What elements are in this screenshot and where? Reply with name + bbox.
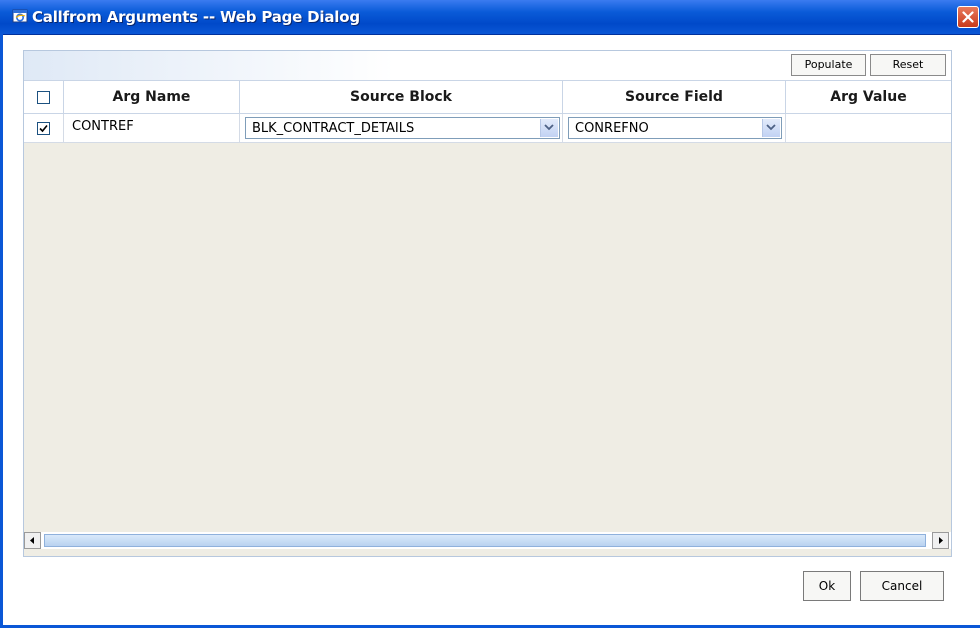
close-icon [962, 11, 974, 23]
horizontal-scrollbar[interactable] [24, 532, 951, 549]
header-select-cell [24, 81, 64, 113]
header-arg-value[interactable]: Arg Value [786, 81, 951, 113]
cell-arg-value[interactable] [786, 114, 951, 142]
header-arg-name[interactable]: Arg Name [64, 81, 240, 113]
table-row[interactable]: CONTREF BLK_CONTRACT_DETAILS CONREFNO [24, 114, 951, 143]
window-title: Callfrom Arguments -- Web Page Dialog [32, 8, 360, 26]
scroll-left-button[interactable] [24, 532, 41, 549]
checkmark-icon [39, 124, 48, 133]
close-button[interactable] [957, 6, 979, 28]
grid-header: Arg Name Source Block Source Field Arg V… [24, 80, 951, 114]
arg-name-text: CONTREF [72, 119, 134, 134]
cell-source-block: BLK_CONTRACT_DETAILS [240, 114, 563, 142]
row-select-cell [24, 114, 64, 142]
title-bar: Callfrom Arguments -- Web Page Dialog [0, 0, 980, 35]
chevron-down-icon[interactable] [762, 119, 780, 137]
ok-button[interactable]: Ok [803, 571, 851, 601]
window-border-left [0, 34, 3, 628]
cell-source-field: CONREFNO [563, 114, 786, 142]
grid-toolbar: Populate Reset [24, 51, 951, 80]
source-field-value: CONREFNO [575, 121, 649, 136]
header-source-field[interactable]: Source Field [563, 81, 786, 113]
source-block-select[interactable]: BLK_CONTRACT_DETAILS [245, 117, 560, 139]
source-field-select[interactable]: CONREFNO [568, 117, 782, 139]
arguments-grid-panel: Populate Reset Arg Name Source Block Sou… [23, 50, 952, 557]
chevron-down-icon[interactable] [540, 119, 558, 137]
populate-button[interactable]: Populate [791, 54, 866, 76]
scrollbar-thumb[interactable] [44, 534, 926, 547]
reset-button[interactable]: Reset [870, 54, 946, 76]
arrow-left-icon [30, 537, 34, 544]
row-checkbox[interactable] [37, 122, 50, 135]
arrow-right-icon [939, 537, 943, 544]
select-all-checkbox[interactable] [37, 91, 50, 104]
scroll-right-button[interactable] [932, 532, 949, 549]
source-block-value: BLK_CONTRACT_DETAILS [252, 121, 415, 136]
cell-arg-name: CONTREF [64, 114, 240, 142]
ie-dialog-icon [12, 8, 28, 24]
cancel-button[interactable]: Cancel [860, 571, 944, 601]
header-source-block[interactable]: Source Block [240, 81, 563, 113]
